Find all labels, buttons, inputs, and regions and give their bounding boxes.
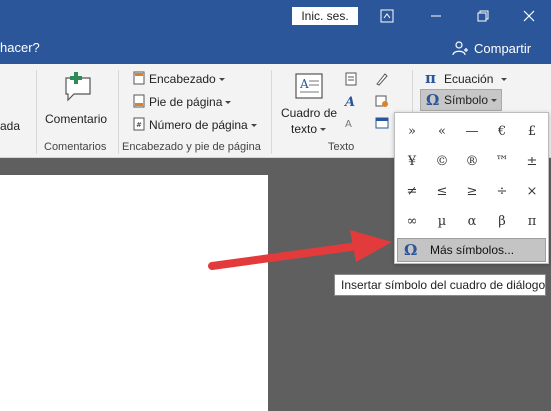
annotation-arrow (208, 230, 392, 270)
